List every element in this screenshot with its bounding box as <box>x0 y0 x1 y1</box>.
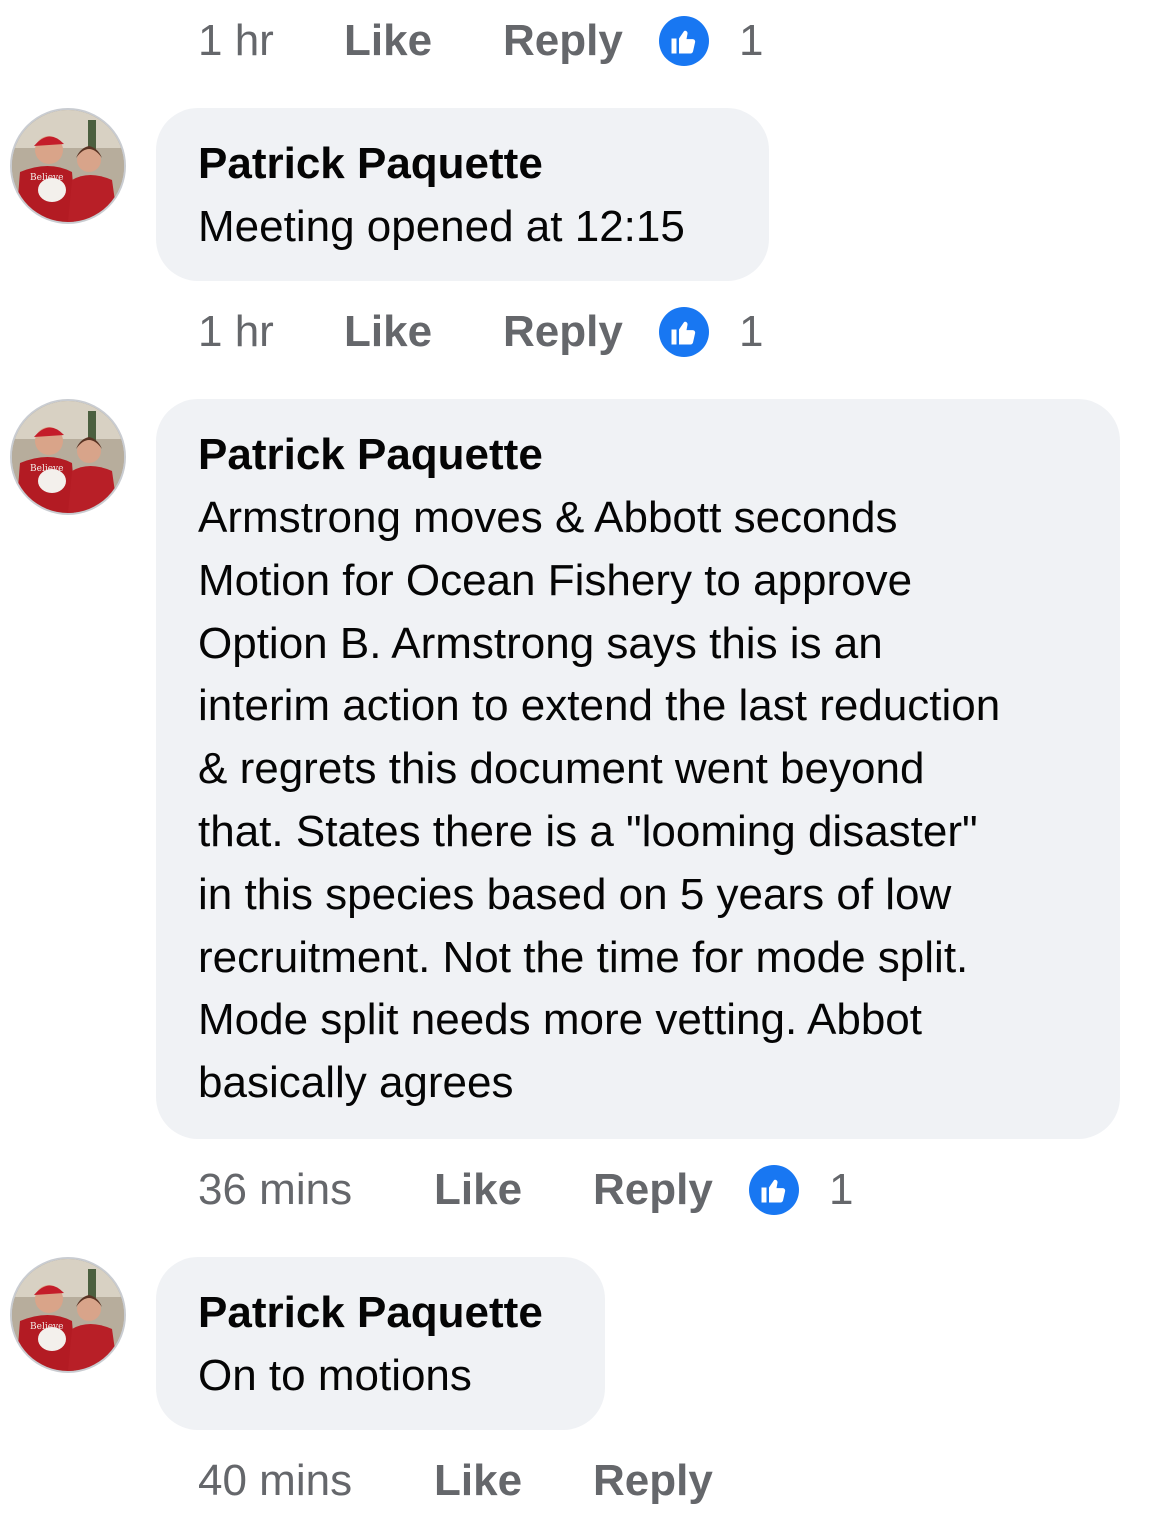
reaction-count: 1 <box>739 307 764 356</box>
reaction-summary[interactable]: 1 <box>659 16 763 66</box>
comment-author[interactable]: Patrick Paquette <box>198 1285 565 1341</box>
like-button[interactable]: Like <box>344 16 503 66</box>
reply-button[interactable]: Reply <box>593 1165 749 1215</box>
like-button[interactable]: Like <box>434 1456 593 1506</box>
comment-text: Meeting opened at 12:15 <box>198 202 685 251</box>
comment-time[interactable]: 1 hr <box>198 307 344 357</box>
comment-text: Armstrong moves & Abbott seconds Motion … <box>198 493 1001 1108</box>
comment-bubble: Patrick Paquette On to motions <box>156 1257 605 1430</box>
like-button[interactable]: Like <box>434 1165 593 1215</box>
comment-time[interactable]: 1 hr <box>198 16 344 66</box>
thumbs-up-icon <box>659 16 709 66</box>
comment-actions: 1 hr Like Reply 1 <box>198 11 763 71</box>
reaction-summary[interactable]: 1 <box>659 307 763 357</box>
avatar[interactable]: Believe <box>10 1257 126 1373</box>
reaction-summary[interactable]: 1 <box>749 1165 853 1215</box>
reply-button[interactable]: Reply <box>503 16 659 66</box>
reaction-count: 1 <box>739 16 764 65</box>
thumbs-up-icon <box>749 1165 799 1215</box>
comment-time[interactable]: 36 mins <box>198 1165 434 1215</box>
reaction-count: 1 <box>829 1165 854 1214</box>
comment-actions: 40 mins Like Reply <box>198 1451 713 1511</box>
comment-thread: 1 hr Like Reply 1 Believe Patrick Paquet… <box>0 0 1154 1517</box>
comment-text: On to motions <box>198 1351 472 1400</box>
comment-actions: 1 hr Like Reply 1 <box>198 302 763 362</box>
reply-button[interactable]: Reply <box>593 1456 713 1506</box>
svg-text:Believe: Believe <box>30 1322 63 1332</box>
avatar[interactable]: Believe <box>10 399 126 515</box>
comment-time[interactable]: 40 mins <box>198 1456 434 1506</box>
like-button[interactable]: Like <box>344 307 503 357</box>
svg-text:Believe: Believe <box>30 464 63 474</box>
comment-author[interactable]: Patrick Paquette <box>198 427 1080 483</box>
comment-actions: 36 mins Like Reply 1 <box>198 1160 853 1220</box>
comment-bubble: Patrick Paquette Meeting opened at 12:15 <box>156 108 769 281</box>
svg-text:Believe: Believe <box>30 173 63 183</box>
avatar[interactable]: Believe <box>10 108 126 224</box>
comment-author[interactable]: Patrick Paquette <box>198 136 729 192</box>
thumbs-up-icon <box>659 307 709 357</box>
reply-button[interactable]: Reply <box>503 307 659 357</box>
comment-bubble: Patrick Paquette Armstrong moves & Abbot… <box>156 399 1120 1139</box>
